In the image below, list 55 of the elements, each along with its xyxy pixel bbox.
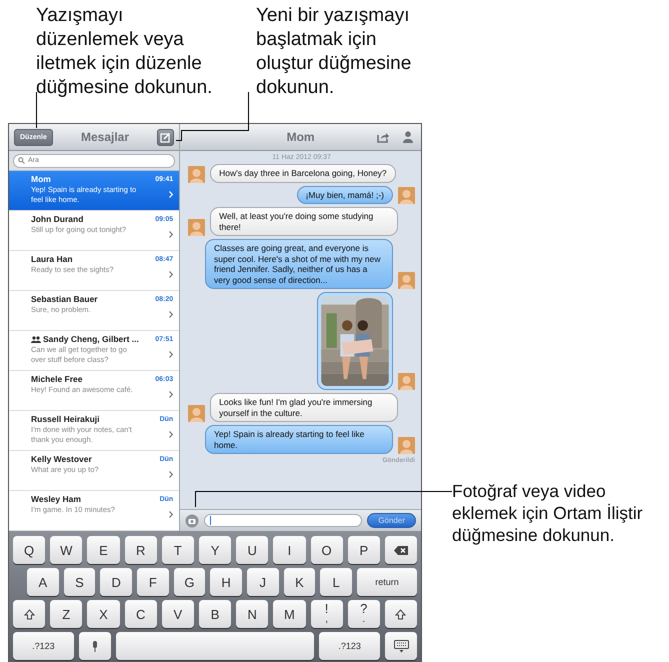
key[interactable]: M [273,600,306,628]
key[interactable]: N [236,600,268,628]
key[interactable]: S [64,568,96,596]
key[interactable]: A [27,568,59,596]
key[interactable]: R [124,536,157,564]
key[interactable]: K [284,568,316,596]
contact-name: Sebastian Bauer [31,294,98,304]
nav-title: Mom [286,130,315,144]
key-label: . [362,614,366,625]
callout-text: Yeni bir yazışmayı başlatmak için oluştur düğmesine dokunun. [256,4,412,100]
key[interactable]: H [210,568,242,596]
key[interactable]: O [310,536,343,564]
callout-text: Fotoğraf veya video eklemek için Ortam İliştir düğmesine dokunun. [452,480,644,546]
contact-name: Russell Heirakuji [31,414,100,424]
contact-name: Laura Han [31,254,73,264]
key[interactable]: W [50,536,82,564]
key[interactable]: J [246,568,279,596]
key[interactable]: ? . [348,600,380,628]
key[interactable]: return [356,568,418,596]
key-label: ? [360,603,368,614]
key[interactable]: Z [50,600,82,628]
contact-name: Michele Free [31,374,82,384]
key[interactable]: F [136,568,169,596]
contact-name: John Durand [31,214,84,224]
message-bubble: Looks like fun! I'm glad you're immersing yourself in the culture. [210,393,398,422]
message-bubble: Classes are going great, and everyone is super cool. Here's a shot of me with my new friend Jennifer. Sadly, neither of us has a very good sense of direction... [205,239,393,289]
nav-title: Mesajlar [80,130,130,144]
contact-name: Sandy Cheng, Gilbert ... [43,334,139,344]
key[interactable]: T [162,536,194,564]
message-bubble: Yep! Spain is already starting to feel like home. [205,425,393,454]
key-label: , [325,614,328,625]
key[interactable]: X [87,600,120,628]
key[interactable]: Q [13,536,46,564]
contact-name: Mom [31,174,51,184]
key[interactable]: E [87,536,120,564]
key[interactable]: .?123 [319,632,380,660]
contact-name: Kelly Westover [31,454,92,464]
message-bubble: ¡Muy bien, mamá! ;-) [296,186,393,204]
message-bubble: How's day three in Barcelona going, Honey? [210,164,396,182]
message-bubble: Well, at least you're doing some studying there! [210,207,398,236]
callout-text: Yazışmayı düzenlemek veya iletmek için düzenle düğmesine dokunun. [36,4,214,100]
key[interactable]: P [348,536,380,564]
key[interactable]: B [198,600,232,628]
contact-name: Wesley Ham [31,494,81,504]
key[interactable]: I [273,536,306,564]
key[interactable]: L [320,568,352,596]
key[interactable]: C [124,600,157,628]
key[interactable]: Y [198,536,232,564]
key[interactable]: V [162,600,194,628]
key[interactable]: ! , [310,600,343,628]
key[interactable]: D [100,568,132,596]
key[interactable]: U [236,536,268,564]
key[interactable]: .?123 [13,632,74,660]
key-label: ! [324,603,328,614]
key[interactable]: G [174,568,206,596]
